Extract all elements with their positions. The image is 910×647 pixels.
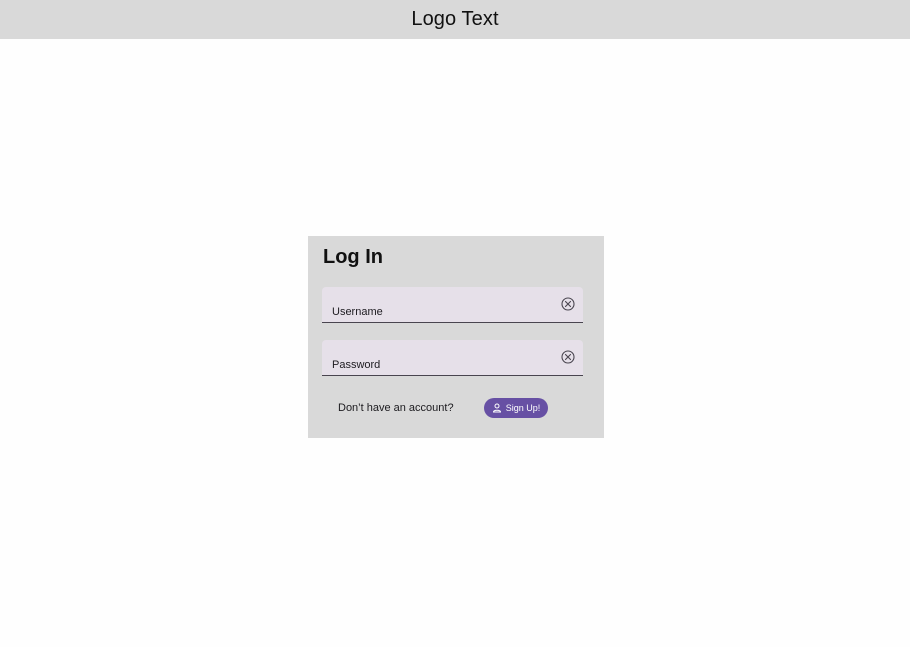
login-title: Log In [323, 246, 383, 268]
clear-password-button[interactable] [561, 350, 575, 364]
password-field[interactable] [322, 340, 583, 376]
login-card: Log In Don’t have an account? Sign Up! [308, 236, 604, 438]
password-input[interactable] [322, 340, 583, 375]
signup-prompt: Don’t have an account? [338, 402, 454, 414]
clear-circle-icon [561, 350, 575, 364]
username-field[interactable] [322, 287, 583, 323]
username-input[interactable] [322, 287, 583, 322]
signup-row: Don’t have an account? Sign Up! [308, 398, 604, 418]
logo-text: Logo Text [411, 8, 499, 30]
person-icon [492, 403, 501, 413]
app-header: Logo Text [0, 0, 910, 39]
clear-circle-icon [561, 297, 575, 311]
clear-username-button[interactable] [561, 297, 575, 311]
signup-button[interactable]: Sign Up! [484, 398, 548, 418]
signup-button-label: Sign Up! [505, 403, 541, 413]
